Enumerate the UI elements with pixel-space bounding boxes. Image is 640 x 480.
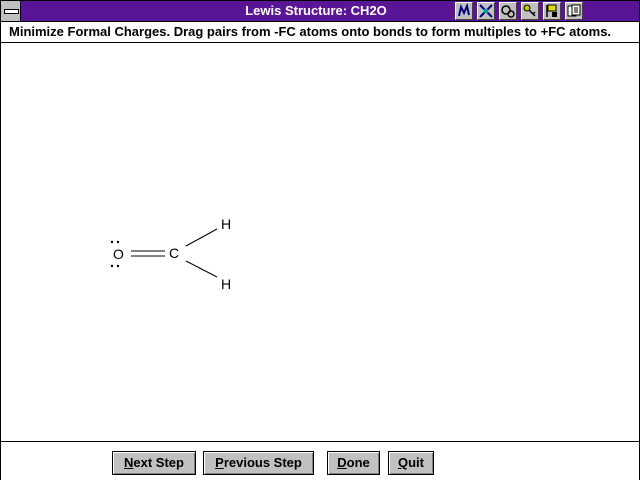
done-button[interactable]: Done (327, 451, 380, 475)
lone-pair-dot[interactable] (116, 240, 120, 244)
lone-pair-dot[interactable] (116, 264, 120, 268)
pencil-icon[interactable] (455, 2, 473, 20)
pencil-glyph (458, 2, 470, 17)
atom-hydrogen-top[interactable]: H (221, 216, 231, 232)
single-bond-line[interactable] (185, 228, 218, 247)
quit-label: uit (408, 455, 424, 470)
pages-icon[interactable] (565, 2, 583, 20)
lone-pair-dot[interactable] (110, 240, 114, 244)
atom-oxygen[interactable]: O (113, 246, 124, 262)
atom-carbon[interactable]: C (169, 245, 179, 261)
window-title: Lewis Structure: CH2O (245, 3, 387, 18)
molecule-drawing (110, 228, 218, 278)
lone-pair-dot[interactable] (110, 264, 114, 268)
single-bond-line[interactable] (185, 260, 218, 278)
next-step-mnemonic: N (124, 455, 134, 470)
previous-step-mnemonic: P (215, 455, 224, 470)
crossed-tools-glyph (479, 4, 493, 18)
instruction-text: Minimize Formal Charges. Drag pairs from… (1, 22, 639, 43)
app-window: Lewis Structure: CH2O Minimize Formal Ch… (0, 0, 640, 480)
done-label: one (346, 455, 370, 470)
next-step-label: ext Step (133, 455, 184, 470)
next-step-button[interactable]: Next Step (112, 451, 196, 475)
quit-mnemonic: Q (397, 455, 409, 470)
title-bar: Lewis Structure: CH2O (1, 1, 639, 22)
button-bar: Next Step Previous Step Done Quit (1, 441, 639, 480)
key-glyph (523, 4, 536, 17)
flag-icon[interactable] (543, 2, 561, 20)
previous-step-button[interactable]: Previous Step (203, 451, 314, 475)
system-menu-icon (4, 9, 19, 14)
key-icon[interactable] (521, 2, 539, 20)
pages-glyph (567, 4, 581, 17)
previous-step-label: revious Step (223, 455, 302, 470)
crossed-tools-icon[interactable] (477, 2, 495, 20)
system-menu-button[interactable] (1, 1, 21, 21)
atom-hydrogen-bottom[interactable]: H (221, 276, 231, 292)
done-mnemonic: D (337, 455, 347, 470)
structure-canvas[interactable]: O C H H (1, 43, 639, 440)
quit-button[interactable]: Quit (388, 451, 434, 475)
flag-glyph (546, 4, 557, 17)
gears-icon[interactable] (499, 2, 517, 20)
gears-glyph (501, 5, 515, 18)
